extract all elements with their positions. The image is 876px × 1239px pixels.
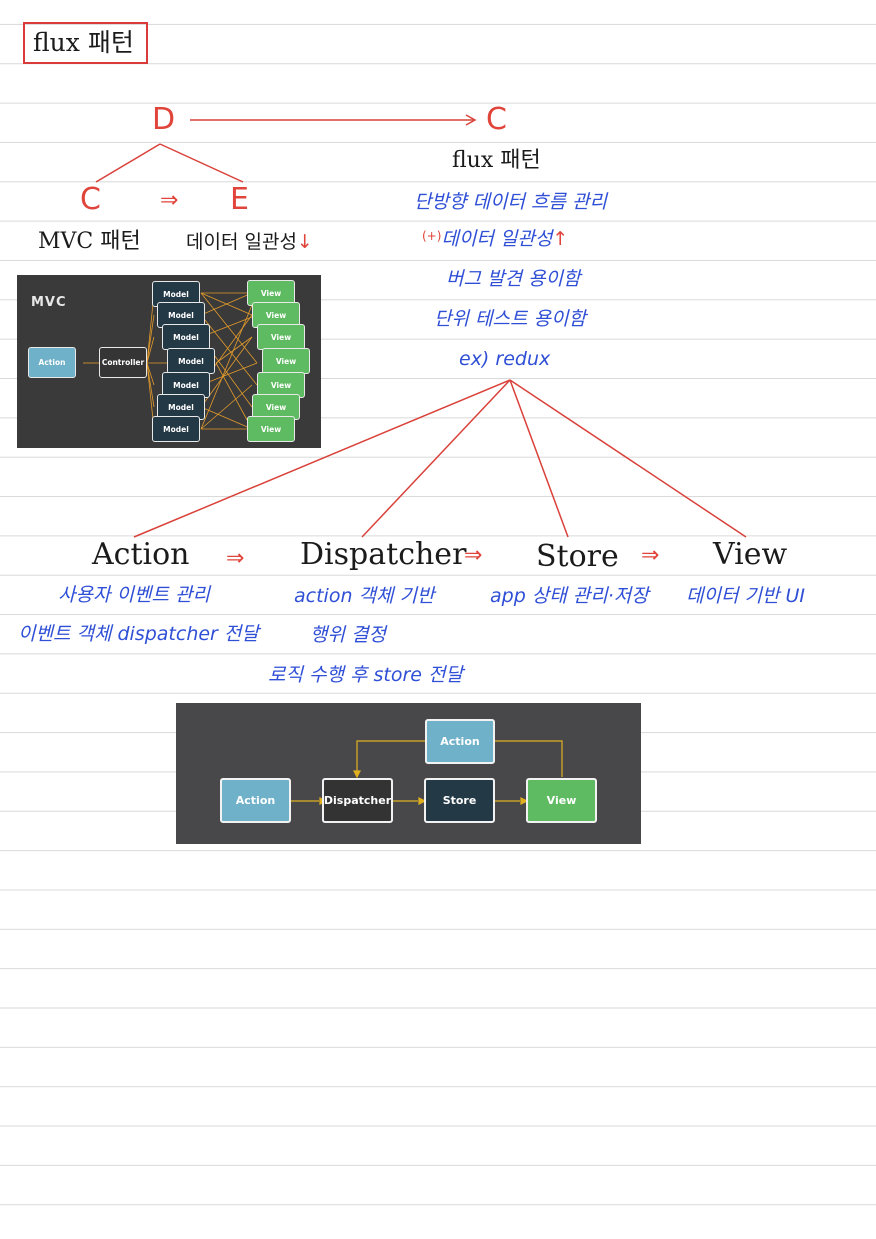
redux-to-dispatcher-line bbox=[361, 379, 511, 538]
note-bug-finding: 버그 발견 용이함 bbox=[446, 268, 581, 290]
action-desc-2: 이벤트 객체 dispatcher 전달 bbox=[18, 623, 259, 645]
flux-store-node: Store bbox=[424, 778, 495, 823]
part-action-name: Action bbox=[92, 537, 190, 572]
letter-d: D bbox=[152, 102, 176, 137]
page-title: flux 패턴 bbox=[33, 28, 134, 57]
consistency-down-label: 데이터 일관성↓ bbox=[186, 233, 313, 252]
flux-pattern-heading: flux 패턴 bbox=[452, 148, 541, 173]
flux-view-node: View bbox=[526, 778, 597, 823]
note-one-way-flow: 단방향 데이터 흐름 관리 bbox=[414, 191, 607, 213]
note-unit-test: 단위 테스트 용이함 bbox=[434, 308, 586, 330]
dispatcher-desc-2: 행위 결정 bbox=[310, 624, 386, 646]
note-redux-example: ex) redux bbox=[459, 348, 551, 370]
mvc-controller-node: Controller bbox=[99, 347, 147, 378]
part-dispatcher-name: Dispatcher bbox=[300, 537, 467, 572]
dispatcher-desc-3: 로직 수행 후 store 전달 bbox=[268, 664, 463, 686]
arrow-action-to-dispatcher: ⇒ bbox=[226, 546, 245, 571]
mvc-model-node: Model bbox=[167, 348, 215, 374]
action-desc-1: 사용자 이벤트 관리 bbox=[58, 584, 210, 606]
store-desc-1: app 상태 관리·저장 bbox=[490, 585, 649, 607]
consistency-text: 데이터 일관성 bbox=[186, 231, 297, 253]
redux-to-view-line bbox=[509, 379, 747, 538]
dispatcher-desc-1: action 객체 기반 bbox=[294, 585, 435, 607]
arrow-c-to-e: ⇒ bbox=[160, 188, 179, 213]
letter-c-left: C bbox=[80, 182, 101, 217]
arrow-store-to-view: ⇒ bbox=[641, 543, 660, 568]
mvc-view-node: View bbox=[257, 324, 305, 350]
mvc-diagram: MVC Action Controller Model Model Model … bbox=[17, 275, 321, 448]
d-to-c-branch bbox=[95, 143, 161, 183]
flux-action-top-node: Action bbox=[425, 719, 495, 764]
mvc-view-node: View bbox=[262, 348, 310, 374]
redux-to-store-line bbox=[509, 379, 569, 538]
mvc-action-node: Action bbox=[28, 347, 76, 378]
mvc-model-node: Model bbox=[162, 324, 210, 350]
plus-mark: (+) bbox=[422, 229, 442, 243]
flux-diagram: Action Action Dispatcher Store View bbox=[176, 703, 641, 844]
d-to-e-branch bbox=[159, 143, 244, 183]
flux-action-node: Action bbox=[220, 778, 291, 823]
mvc-model-node: Model bbox=[152, 416, 200, 442]
mvc-view-node: View bbox=[247, 416, 295, 442]
connector-lines bbox=[95, 114, 747, 538]
note-consistency-up: (+)데이터 일관성↑ bbox=[422, 230, 568, 249]
up-arrow-icon: ↑ bbox=[552, 228, 569, 250]
flux-dispatcher-node: Dispatcher bbox=[322, 778, 393, 823]
part-view-name: View bbox=[713, 537, 788, 572]
down-arrow-icon: ↓ bbox=[296, 231, 313, 253]
view-desc-1: 데이터 기반 UI bbox=[686, 585, 805, 607]
letter-e: E bbox=[230, 182, 249, 217]
arrow-dispatcher-to-store: ⇒ bbox=[464, 543, 483, 568]
consistency-up-text: 데이터 일관성 bbox=[441, 228, 553, 250]
mvc-pattern-label: MVC 패턴 bbox=[38, 229, 141, 254]
letter-c-right: C bbox=[486, 102, 507, 137]
part-store-name: Store bbox=[536, 539, 619, 574]
